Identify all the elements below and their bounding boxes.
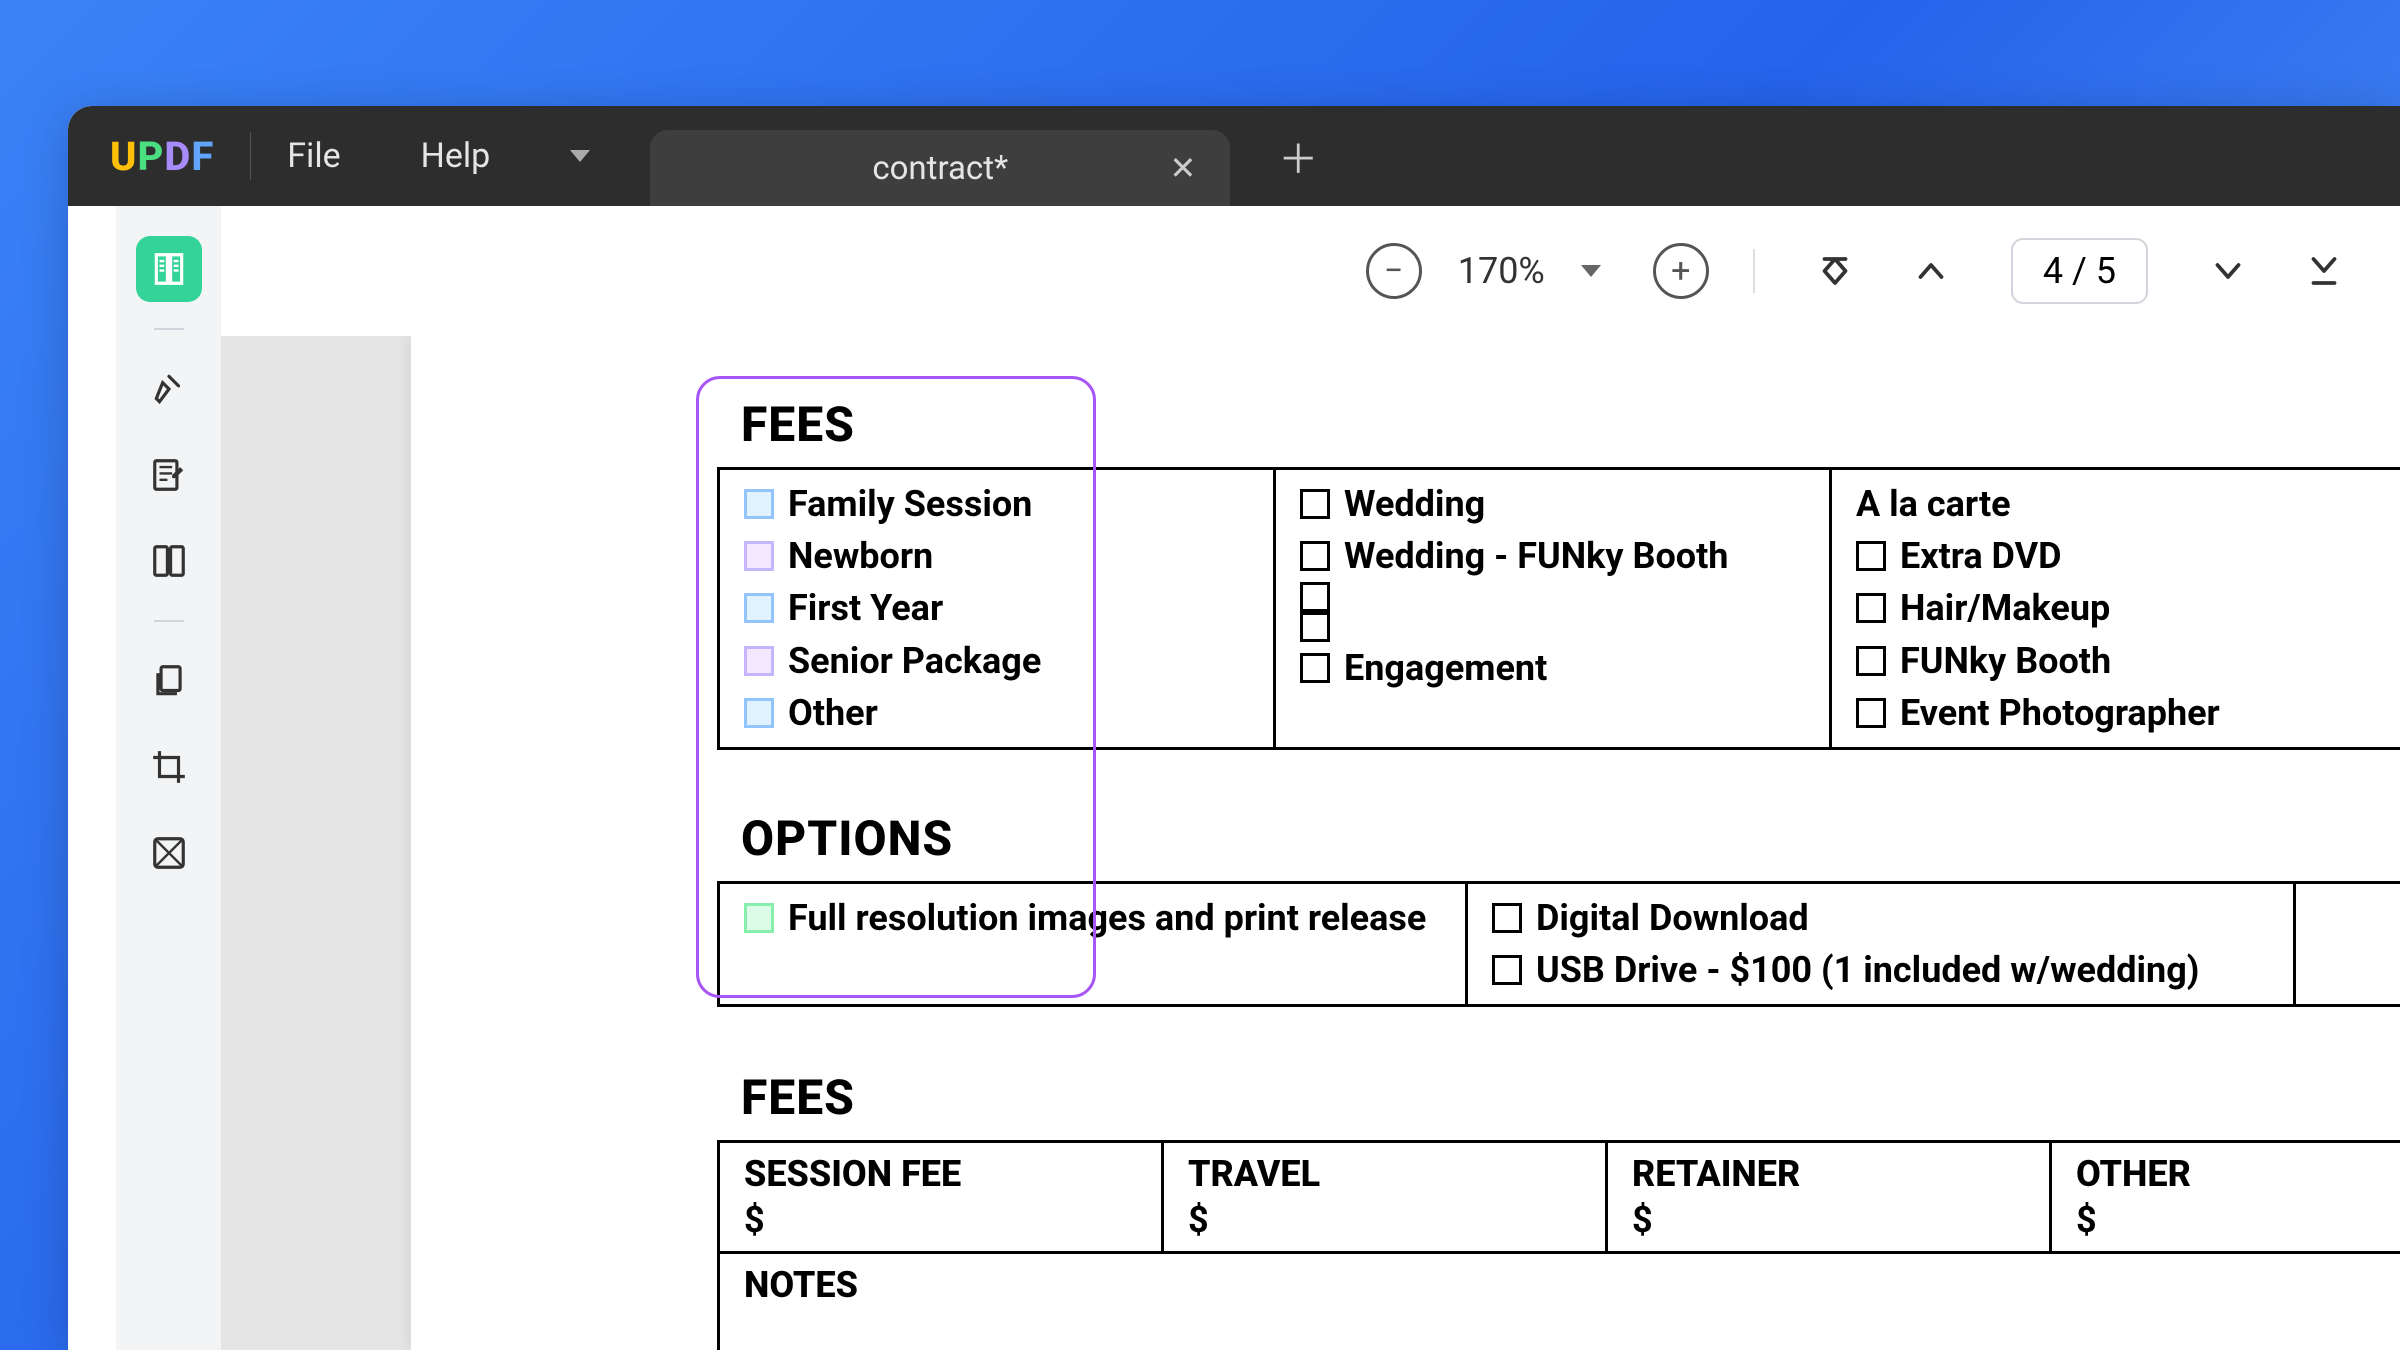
checkbox[interactable]: [1300, 489, 1330, 519]
divider: [250, 132, 251, 180]
checkbox-row[interactable]: [1300, 612, 1805, 642]
checkbox-row[interactable]: Extra DVD: [1856, 530, 2400, 582]
document-canvas[interactable]: FEES Family Session Newborn First Year S…: [221, 336, 2400, 1350]
pdf-page: FEES Family Session Newborn First Year S…: [411, 336, 2400, 1350]
fees-column-3: A la carte Extra DVD Hair/Makeup FUNky B…: [1832, 470, 2400, 747]
new-tab-button[interactable]: ＋: [1278, 127, 1318, 185]
checkbox-row[interactable]: Hair/Makeup: [1856, 582, 2400, 634]
retainer-cell: RETAINER $: [1608, 1143, 2052, 1251]
fees2-heading: FEES: [741, 1069, 2400, 1126]
app-window: UPDF File Help contract* ✕ ＋: [68, 106, 2400, 1350]
menu-file[interactable]: File: [287, 136, 340, 176]
checkbox[interactable]: [744, 903, 774, 933]
zoom-value: 170%: [1458, 250, 1545, 292]
checkbox[interactable]: [1300, 541, 1330, 571]
zoom-in-button[interactable]: +: [1653, 243, 1709, 299]
alacarte-header: A la carte: [1856, 478, 2400, 530]
checkbox-row[interactable]: Other: [744, 687, 1249, 739]
tab-title: contract*: [872, 149, 1008, 188]
checkbox[interactable]: [1856, 698, 1886, 728]
menu-help[interactable]: Help: [421, 136, 491, 176]
checkbox-row[interactable]: Wedding - FUNky Booth: [1300, 530, 1805, 582]
options-column-2: Digital Download USB Drive - $100 (1 inc…: [1468, 884, 2296, 1004]
checkbox[interactable]: [744, 593, 774, 623]
checkbox[interactable]: [1492, 903, 1522, 933]
view-toolbar: − 170% + 4 / 5: [221, 206, 2400, 336]
options-heading: OPTIONS: [741, 810, 2400, 867]
checkbox[interactable]: [1492, 955, 1522, 985]
page-indicator[interactable]: 4 / 5: [2011, 238, 2148, 304]
close-tab-icon[interactable]: ✕: [1169, 149, 1196, 187]
workspace: − 170% + 4 / 5: [68, 206, 2400, 1350]
checkbox-row[interactable]: Event Photographer: [1856, 687, 2400, 739]
checkbox[interactable]: [744, 646, 774, 676]
checkbox-row[interactable]: Newborn: [744, 530, 1249, 582]
checkbox-row[interactable]: USB Drive - $100 (1 included w/wedding): [1492, 944, 2269, 996]
session-fee-cell: SESSION FEE $: [720, 1143, 1164, 1251]
checkbox-row[interactable]: Full resolution images and print release: [744, 892, 1441, 944]
prev-page-button[interactable]: [1911, 251, 1951, 291]
checkbox[interactable]: [1856, 646, 1886, 676]
options-column-3: [2296, 884, 2400, 1004]
page-tool[interactable]: [136, 528, 202, 594]
tool-separator: [154, 620, 184, 622]
checkbox-row[interactable]: FUNky Booth: [1856, 635, 2400, 687]
reader-tool[interactable]: [136, 236, 202, 302]
main-area: − 170% + 4 / 5: [221, 206, 2400, 1350]
document-content: FEES Family Session Newborn First Year S…: [741, 396, 2400, 1350]
edit-tool[interactable]: [136, 442, 202, 508]
checkbox-row[interactable]: [1300, 582, 1805, 612]
checkbox[interactable]: [744, 698, 774, 728]
zoom-dropdown-icon[interactable]: [1581, 265, 1601, 277]
fees-heading: FEES: [741, 396, 2400, 453]
checkbox[interactable]: [1856, 541, 1886, 571]
checkbox[interactable]: [744, 489, 774, 519]
fees-amounts-table: SESSION FEE $ TRAVEL $ RETAINER $: [717, 1140, 2400, 1254]
checkbox[interactable]: [1856, 593, 1886, 623]
checkbox-row[interactable]: First Year: [744, 582, 1249, 634]
divider: [1753, 249, 1755, 293]
crop-tool[interactable]: [136, 734, 202, 800]
copy-tool[interactable]: [136, 648, 202, 714]
last-page-button[interactable]: [2304, 251, 2344, 291]
checkbox-row[interactable]: Family Session: [744, 478, 1249, 530]
redact-tool[interactable]: [136, 820, 202, 886]
first-page-button[interactable]: [1815, 251, 1855, 291]
tool-separator: [154, 328, 184, 330]
checkbox[interactable]: [1300, 612, 1330, 642]
checkbox[interactable]: [1300, 582, 1330, 612]
fees-grid: Family Session Newborn First Year Senior…: [717, 467, 2400, 750]
checkbox-row[interactable]: Wedding: [1300, 478, 1805, 530]
checkbox-row[interactable]: Senior Package: [744, 635, 1249, 687]
other-cell: OTHER $: [2052, 1143, 2400, 1251]
highlight-tool[interactable]: [136, 356, 202, 422]
checkbox-row[interactable]: Digital Download: [1492, 892, 2269, 944]
zoom-out-button[interactable]: −: [1366, 243, 1422, 299]
options-grid: Full resolution images and print release…: [717, 881, 2400, 1007]
app-logo: UPDF: [110, 133, 214, 180]
titlebar: UPDF File Help contract* ✕ ＋: [68, 106, 2400, 206]
menu-dropdown-icon[interactable]: [570, 150, 590, 162]
checkbox[interactable]: [1300, 653, 1330, 683]
document-tab[interactable]: contract* ✕: [650, 130, 1230, 206]
left-gutter: [68, 206, 116, 1350]
checkbox-row[interactable]: Engagement: [1300, 642, 1805, 694]
tools-sidebar: [116, 206, 221, 1350]
travel-cell: TRAVEL $: [1164, 1143, 1608, 1251]
next-page-button[interactable]: [2208, 251, 2248, 291]
notes-row: NOTES: [717, 1254, 2400, 1350]
checkbox[interactable]: [744, 541, 774, 571]
options-column-1: Full resolution images and print release: [720, 884, 1468, 1004]
fees-column-1: Family Session Newborn First Year Senior…: [720, 470, 1276, 747]
fees-column-2: Wedding Wedding - FUNky Booth Engagement: [1276, 470, 1832, 747]
